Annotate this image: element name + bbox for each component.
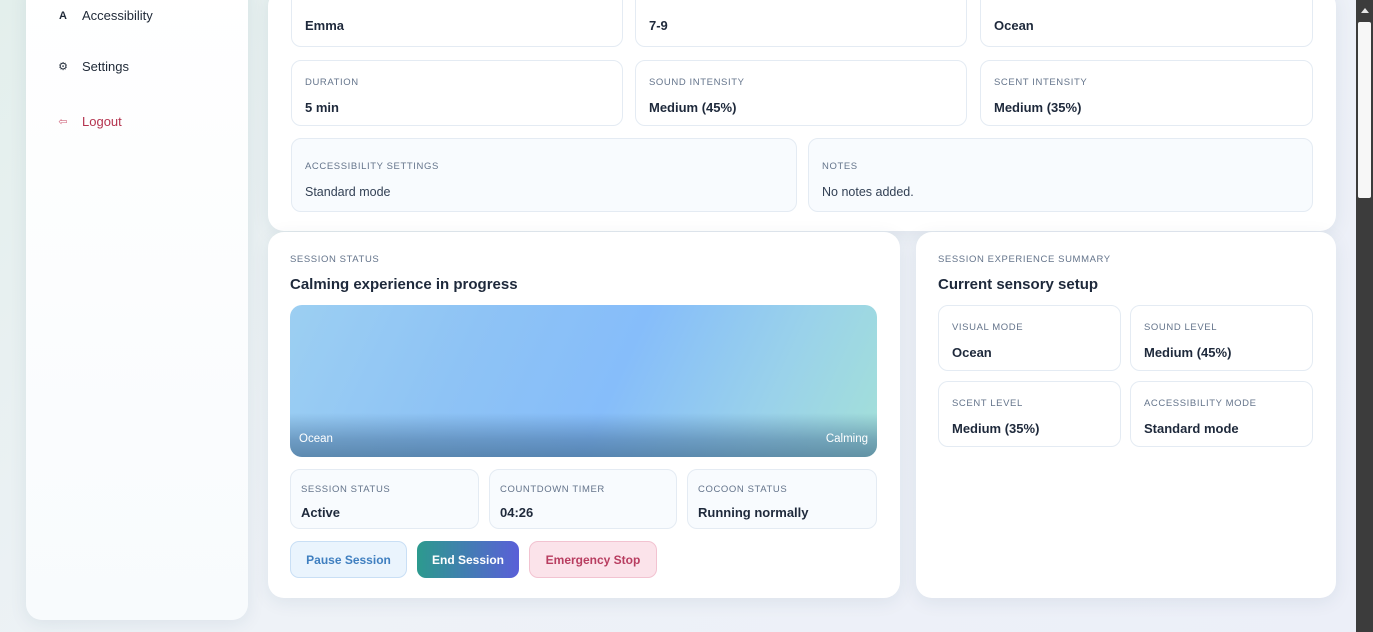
duration-value: 5 min xyxy=(305,100,339,115)
child-name-field: Emma xyxy=(291,0,623,47)
session-summary-card: SESSION EXPERIENCE SUMMARY Current senso… xyxy=(916,232,1336,598)
countdown-timer-label: COUNTDOWN TIMER xyxy=(500,484,605,495)
age-group-field: 7-9 xyxy=(635,0,967,47)
session-status-card: SESSION STATUS Calming experience in pro… xyxy=(268,232,900,598)
scent-level-label: SCENT LEVEL xyxy=(952,398,1023,409)
sound-level-label: SOUND LEVEL xyxy=(1144,322,1218,333)
page-scrollbar[interactable] xyxy=(1356,0,1373,632)
sidebar-item-label: Settings xyxy=(82,59,129,74)
duration-label: DURATION xyxy=(305,77,359,88)
session-status-heading: Calming experience in progress xyxy=(290,276,518,293)
ambient-visual-preview: Ocean Calming xyxy=(290,305,877,457)
scroll-thumb[interactable] xyxy=(1358,22,1371,198)
visual-mode-label: VISUAL MODE xyxy=(952,322,1024,333)
sidebar: A Accessibility ⚙ Settings ⇦ Logout xyxy=(26,0,248,620)
visual-mode-value: Ocean xyxy=(952,345,992,360)
visual-theme-field: Ocean xyxy=(980,0,1313,47)
summary-eyebrow: SESSION EXPERIENCE SUMMARY xyxy=(938,254,1111,265)
sound-level-value: Medium (45%) xyxy=(1144,345,1232,360)
sidebar-item-label: Accessibility xyxy=(82,8,153,23)
emergency-stop-button[interactable]: Emergency Stop xyxy=(529,541,657,578)
session-config-card: Emma 7-9 Ocean DURATION 5 min SOUND INTE… xyxy=(268,0,1336,231)
child-name-value: Emma xyxy=(305,18,345,33)
session-status-label: SESSION STATUS xyxy=(301,484,391,495)
sidebar-item-accessibility[interactable]: A Accessibility xyxy=(56,8,153,23)
scent-level-value: Medium (35%) xyxy=(952,421,1040,436)
session-status-eyebrow: SESSION STATUS xyxy=(290,254,380,265)
visual-theme-value: Ocean xyxy=(994,18,1034,33)
cocoon-status-label: COCOON STATUS xyxy=(698,484,788,495)
accessibility-settings-field: ACCESSIBILITY SETTINGS Standard mode xyxy=(291,138,797,212)
countdown-timer-value: 04:26 xyxy=(500,505,534,520)
countdown-timer-field: COUNTDOWN TIMER 04:26 xyxy=(489,469,677,529)
session-status-value: Active xyxy=(301,505,341,520)
sound-intensity-value: Medium (45%) xyxy=(649,100,737,115)
accessibility-mode-tile: ACCESSIBILITY MODE Standard mode xyxy=(1130,381,1313,447)
notes-label: NOTES xyxy=(822,161,858,172)
session-status-field: SESSION STATUS Active xyxy=(290,469,479,529)
accessibility-mode-value: Standard mode xyxy=(1144,421,1239,436)
logout-icon: ⇦ xyxy=(58,116,68,128)
notes-field: NOTES No notes added. xyxy=(808,138,1313,212)
accessibility-settings-value: Standard mode xyxy=(305,185,391,199)
visual-mode-tile: VISUAL MODE Ocean xyxy=(938,305,1121,371)
accessibility-mode-label: ACCESSIBILITY MODE xyxy=(1144,398,1257,409)
gear-icon: ⚙ xyxy=(58,61,68,73)
sidebar-item-label: Logout xyxy=(82,114,122,129)
visual-caption-shade xyxy=(290,413,877,457)
scent-intensity-value: Medium (35%) xyxy=(994,100,1082,115)
notes-value: No notes added. xyxy=(822,185,914,199)
scent-intensity-label: SCENT INTENSITY xyxy=(994,77,1088,88)
age-group-value: 7-9 xyxy=(649,18,668,33)
summary-heading: Current sensory setup xyxy=(938,276,1099,293)
accessibility-settings-label: ACCESSIBILITY SETTINGS xyxy=(305,161,439,172)
duration-field: DURATION 5 min xyxy=(291,60,623,126)
sound-level-tile: SOUND LEVEL Medium (45%) xyxy=(1130,305,1313,371)
sound-intensity-label: SOUND INTENSITY xyxy=(649,77,745,88)
accessibility-icon: A xyxy=(59,9,67,22)
end-session-button[interactable]: End Session xyxy=(417,541,519,578)
scroll-up-arrow-icon[interactable] xyxy=(1361,8,1369,13)
cocoon-status-value: Running normally xyxy=(698,505,809,520)
sidebar-item-settings[interactable]: ⚙ Settings xyxy=(56,59,129,74)
cocoon-status-field: COCOON STATUS Running normally xyxy=(687,469,877,529)
scent-intensity-field: SCENT INTENSITY Medium (35%) xyxy=(980,60,1313,126)
pause-session-button[interactable]: Pause Session xyxy=(290,541,407,578)
sound-intensity-field: SOUND INTENSITY Medium (45%) xyxy=(635,60,967,126)
visual-theme-caption-text: Ocean xyxy=(299,433,333,445)
visual-mood-caption: Calming xyxy=(825,433,868,445)
scent-level-tile: SCENT LEVEL Medium (35%) xyxy=(938,381,1121,447)
sidebar-item-logout[interactable]: ⇦ Logout xyxy=(56,114,122,129)
